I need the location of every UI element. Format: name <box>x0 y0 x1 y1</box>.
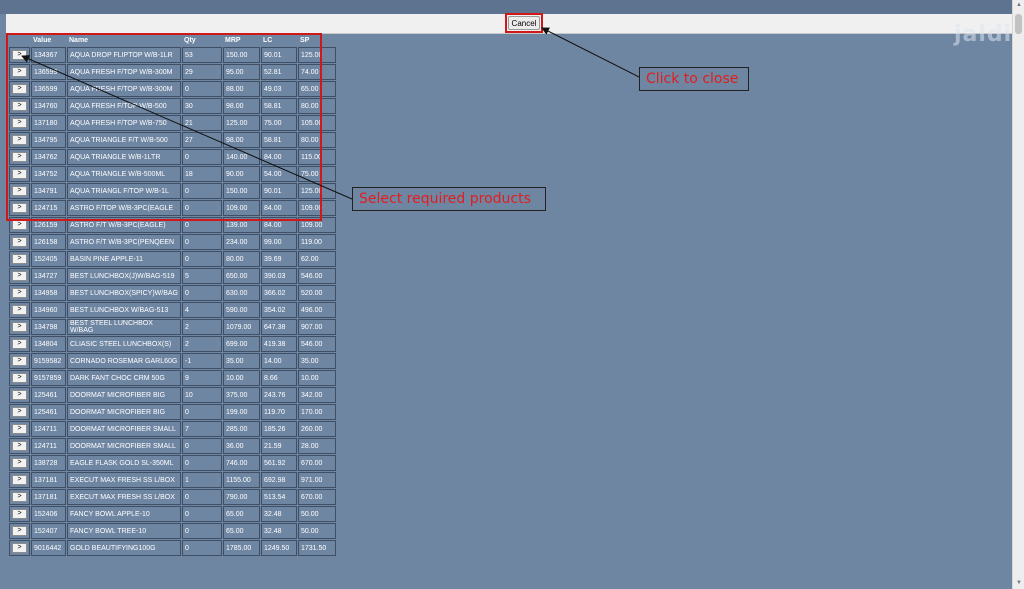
annotation-arrows <box>21 27 642 200</box>
select-products-callout: Select required products <box>352 187 546 211</box>
click-to-close-callout: Click to close <box>639 67 749 91</box>
select-arrow <box>21 55 353 200</box>
close-arrow <box>541 27 642 79</box>
